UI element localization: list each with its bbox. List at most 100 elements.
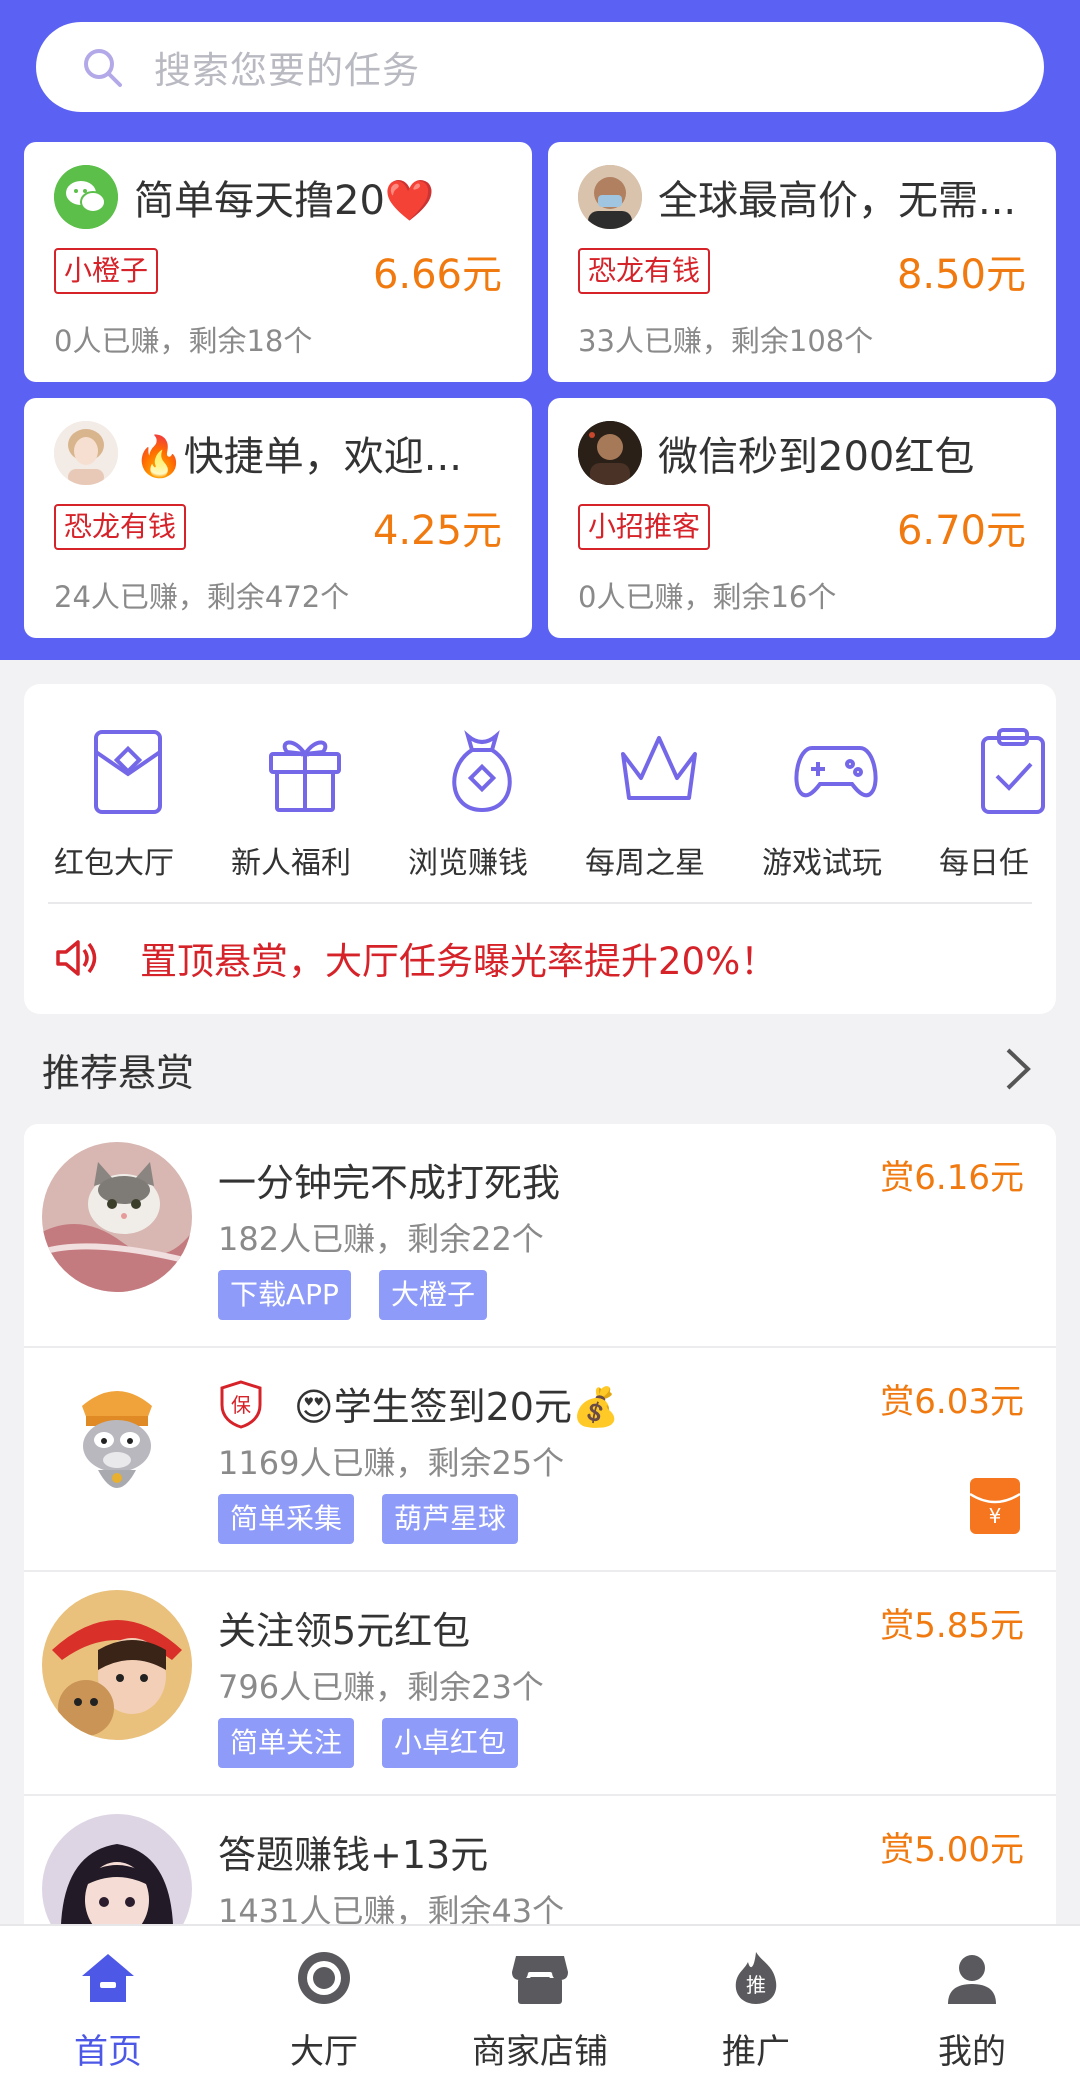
store-icon <box>512 1956 568 2004</box>
featured-task-card[interactable]: 🔥快捷单，欢迎... 恐龙有钱 4.25元 24人已赚，剩余472个 <box>24 398 532 638</box>
task-title: 关注领5元红包 <box>218 1600 470 1655</box>
task-tags: 简单关注 小卓红包 <box>218 1718 519 1768</box>
task-reward: 赏5.85元 <box>880 1606 1024 1646</box>
bottom-nav: 首页 大厅 商家店铺 推 推广 我的 <box>0 1924 1080 2092</box>
svg-text:保: 保 <box>231 1393 251 1417</box>
section-title: 推荐悬赏 <box>42 1050 195 1095</box>
task-tag: 大橙子 <box>378 1270 487 1320</box>
task-title: 🔥快捷单，欢迎... <box>134 434 462 480</box>
task-stat: 1169人已赚，剩余25个 <box>218 1444 565 1482</box>
list-item[interactable]: 一分钟完不成打死我 182人已赚，剩余22个 下载APP 大橙子 赏6.16元 <box>24 1124 1056 1348</box>
nav-hall[interactable]: 大厅 <box>216 1926 432 2092</box>
task-price: 4.25元 <box>372 508 502 554</box>
list-item[interactable]: 关注领5元红包 796人已赚，剩余23个 简单关注 小卓红包 赏5.85元 <box>24 1572 1056 1796</box>
guarantee-shield-icon: 保 <box>220 1379 262 1429</box>
task-reward: 赏6.16元 <box>880 1158 1024 1198</box>
promote-flame-icon: 推 <box>735 1952 777 2004</box>
home-page: 搜索您要的任务 简单每天撸20❤️ 小橙子 6.66元 0人已赚，剩余18个 全… <box>0 0 1080 2092</box>
red-envelope-icon <box>94 730 162 814</box>
task-tags: 下载APP 大橙子 <box>218 1270 487 1320</box>
publisher-tag: 恐龙有钱 <box>54 504 187 550</box>
list-item[interactable]: 保 😍学生签到20元💰 1169人已赚，剩余25个 简单采集 葫芦星球 赏6.0… <box>24 1348 1056 1572</box>
category-panel: 红包大厅 新人福利 浏览赚钱 每周之星 游戏试玩 每日任 置顶悬赏，大厅任务曝光… <box>24 684 1056 1014</box>
category-label: 游戏试玩 <box>762 846 882 881</box>
task-title: 一分钟完不成打死我 <box>218 1152 560 1207</box>
task-title-text: 一分钟完不成打死我 <box>218 1161 561 1205</box>
task-title-text: 答题赚钱+13元 <box>218 1833 489 1877</box>
search-placeholder[interactable]: 搜索您要的任务 <box>154 40 420 94</box>
wechat-avatar <box>54 165 118 229</box>
category-label: 新人福利 <box>231 846 351 881</box>
user-avatar <box>54 421 118 485</box>
task-tags: 简单采集 葫芦星球 <box>218 1494 519 1544</box>
nav-label: 推广 <box>722 2032 790 2072</box>
category-weekly-star[interactable]: 每周之星 <box>585 722 762 902</box>
nav-label: 商家店铺 <box>472 2032 608 2072</box>
notice-text: 置顶悬赏，大厅任务曝光率提升20%！ <box>140 940 778 983</box>
task-stat: 33人已赚，剩余108个 <box>578 324 874 358</box>
clipboard-check-icon <box>981 728 1045 814</box>
task-title: 答题赚钱+13元 <box>218 1824 488 1879</box>
task-title-text: 😍学生签到20元💰 <box>294 1385 620 1429</box>
category-daily-task[interactable]: 每日任 <box>939 722 1056 902</box>
task-tag: 下载APP <box>218 1270 351 1320</box>
category-newbie-benefits[interactable]: 新人福利 <box>231 722 408 902</box>
task-stat: 0人已赚，剩余18个 <box>54 324 313 358</box>
task-tag: 简单采集 <box>218 1494 355 1544</box>
task-title-text: 关注领5元红包 <box>218 1609 471 1653</box>
user-icon <box>948 1955 996 2004</box>
svg-text:推: 推 <box>746 1973 766 1997</box>
category-browse-earn[interactable]: 浏览赚钱 <box>408 722 585 902</box>
task-tag: 简单关注 <box>218 1718 355 1768</box>
nav-home[interactable]: 首页 <box>0 1926 216 2092</box>
nav-profile[interactable]: 我的 <box>864 1926 1080 2092</box>
red-packet-icon[interactable]: ¥ <box>968 1476 1022 1536</box>
task-stat: 24人已赚，剩余472个 <box>54 580 350 614</box>
task-title: 保 😍学生签到20元💰 <box>218 1376 619 1431</box>
chevron-right-icon[interactable] <box>1000 1046 1036 1092</box>
task-title: 全球最高价，无需... <box>658 178 1017 224</box>
task-reward: 赏6.03元 <box>880 1382 1024 1422</box>
publisher-tag: 恐龙有钱 <box>578 248 711 294</box>
task-price: 6.70元 <box>896 508 1026 554</box>
gift-icon <box>269 740 341 812</box>
notice-bar[interactable]: 置顶悬赏，大厅任务曝光率提升20%！ <box>24 904 1056 1012</box>
user-avatar <box>578 421 642 485</box>
task-title: 微信秒到200红包 <box>658 434 975 480</box>
gamepad-icon <box>794 746 878 798</box>
task-stat: 182人已赚，剩余22个 <box>218 1220 544 1258</box>
nav-label: 首页 <box>74 2032 142 2072</box>
user-avatar <box>578 165 642 229</box>
task-stat: 0人已赚，剩余16个 <box>578 580 837 614</box>
recommend-header[interactable]: 推荐悬赏 <box>0 1014 1080 1124</box>
svg-text:¥: ¥ <box>989 1504 1002 1528</box>
featured-task-card[interactable]: 全球最高价，无需... 恐龙有钱 8.50元 33人已赚，剩余108个 <box>548 142 1056 382</box>
category-label: 红包大厅 <box>54 846 174 881</box>
nav-promote[interactable]: 推 推广 <box>648 1926 864 2092</box>
featured-task-card[interactable]: 微信秒到200红包 小招推客 6.70元 0人已赚，剩余16个 <box>548 398 1056 638</box>
category-label: 每周之星 <box>585 846 705 881</box>
category-label: 浏览赚钱 <box>408 846 528 881</box>
cartoon-wolf-avatar <box>42 1366 192 1516</box>
cat-avatar <box>42 1142 192 1292</box>
task-tag: 葫芦星球 <box>382 1494 519 1544</box>
nav-store[interactable]: 商家店铺 <box>432 1926 648 2092</box>
nav-label: 我的 <box>938 2032 1006 2072</box>
featured-task-card[interactable]: 简单每天撸20❤️ 小橙子 6.66元 0人已赚，剩余18个 <box>24 142 532 382</box>
publisher-tag: 小招推客 <box>578 504 711 550</box>
home-icon <box>82 1954 134 2002</box>
category-game-trial[interactable]: 游戏试玩 <box>762 722 939 902</box>
category-row: 红包大厅 新人福利 浏览赚钱 每周之星 游戏试玩 每日任 <box>24 684 1056 902</box>
task-price: 8.50元 <box>896 252 1026 298</box>
search-bar[interactable]: 搜索您要的任务 <box>36 22 1044 112</box>
category-red-envelope-hall[interactable]: 红包大厅 <box>54 722 231 902</box>
header-band: 搜索您要的任务 简单每天撸20❤️ 小橙子 6.66元 0人已赚，剩余18个 全… <box>0 0 1080 660</box>
task-price: 6.66元 <box>372 252 502 298</box>
recommend-list: 一分钟完不成打死我 182人已赚，剩余22个 下载APP 大橙子 赏6.16元 <box>24 1124 1056 2020</box>
girl-avatar <box>42 1590 192 1740</box>
search-icon <box>84 49 122 87</box>
task-tag: 小卓红包 <box>382 1718 519 1768</box>
task-stat: 796人已赚，剩余23个 <box>218 1668 544 1706</box>
task-reward: 赏5.00元 <box>880 1830 1024 1870</box>
publisher-tag: 小橙子 <box>54 248 159 294</box>
